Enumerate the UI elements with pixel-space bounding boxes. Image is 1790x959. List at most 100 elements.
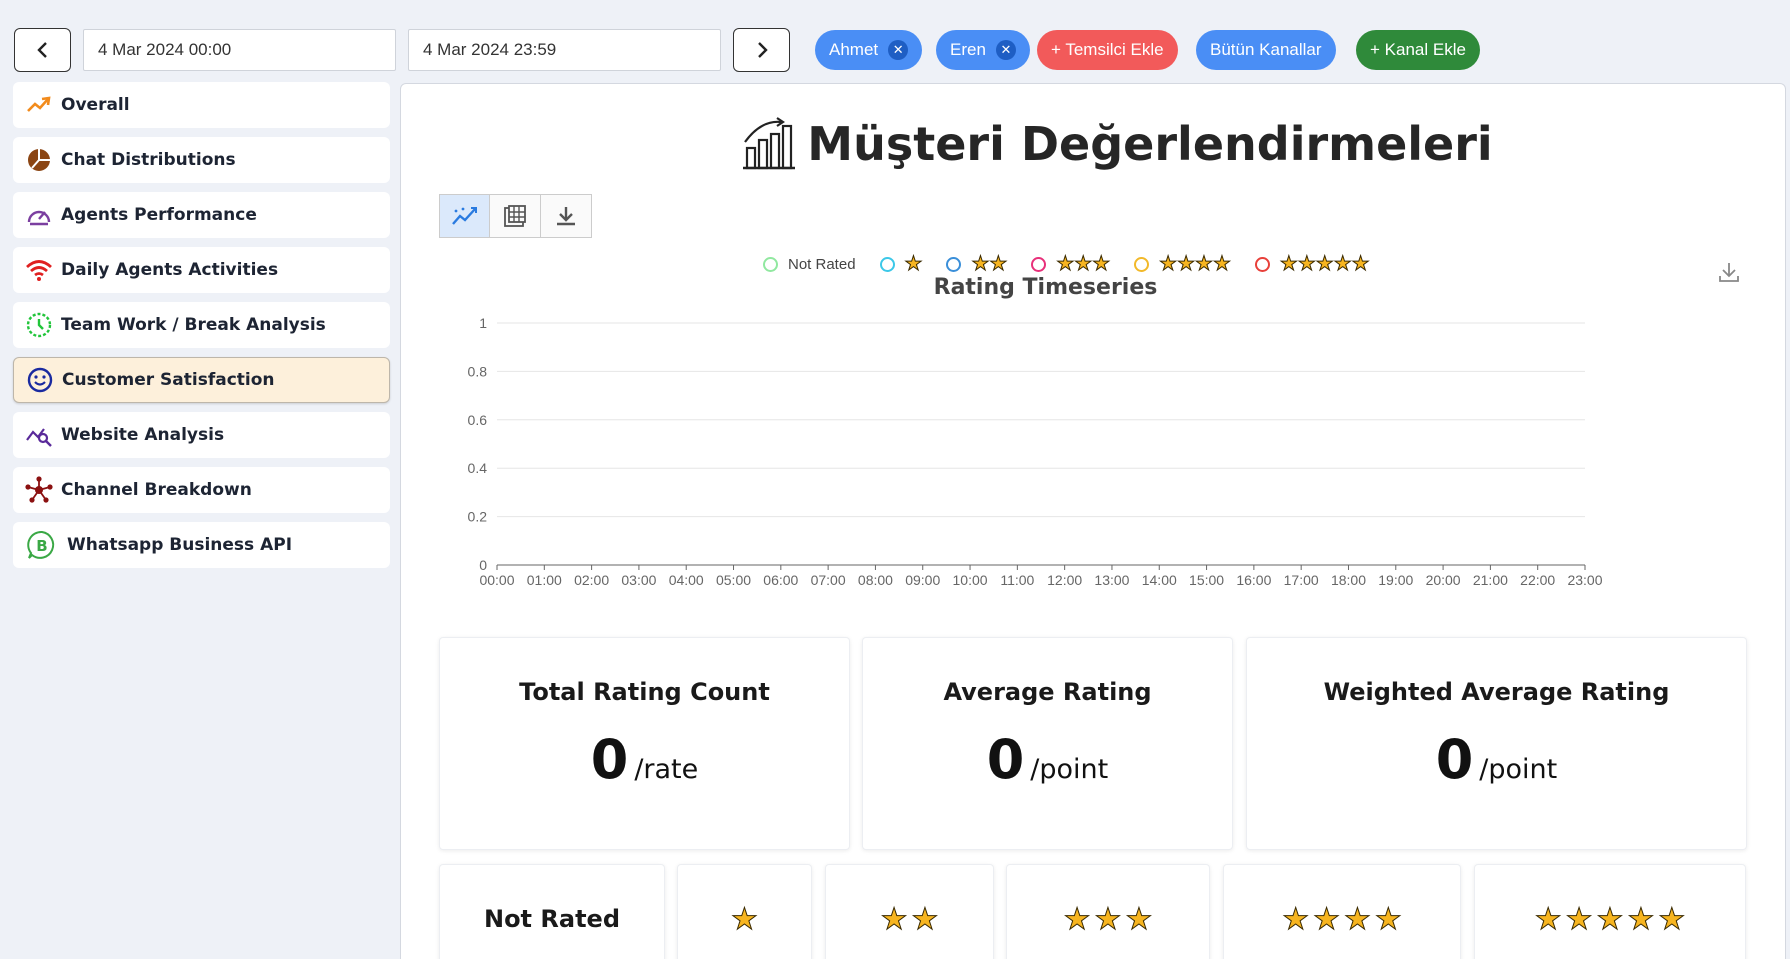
legend-marker bbox=[879, 256, 895, 272]
y-tick-label: 0.8 bbox=[468, 363, 488, 379]
x-tick-label: 02:00 bbox=[574, 572, 609, 588]
page-title: Müşteri Değerlendirmeleri bbox=[401, 116, 1785, 183]
rating-card-2-stars: ★ ★ bbox=[825, 864, 994, 959]
legend-item-2-stars[interactable]: ★★ bbox=[946, 254, 1008, 275]
legend-item-5-stars[interactable]: ★★★★★ bbox=[1254, 253, 1370, 275]
star-icon: ★ bbox=[1125, 902, 1153, 937]
star-icon: ★★ bbox=[879, 904, 941, 959]
sidebar-item-website-analysis[interactable]: Website Analysis bbox=[13, 412, 390, 458]
legend-item-3-stars[interactable]: ★★★ bbox=[1031, 253, 1111, 275]
x-tick-label: 08:00 bbox=[858, 572, 893, 588]
x-tick-label: 15:00 bbox=[1189, 572, 1224, 588]
x-tick-label: 13:00 bbox=[1094, 572, 1129, 588]
rating-card-not-rated: Not Rated bbox=[439, 864, 665, 959]
close-icon[interactable]: ✕ bbox=[995, 40, 1016, 60]
x-tick-label: 19:00 bbox=[1378, 572, 1413, 588]
agent-chip-eren[interactable]: Eren ✕ bbox=[936, 30, 1030, 70]
analytics-search-icon bbox=[25, 421, 53, 449]
all-channels-button[interactable]: Bütün Kanallar bbox=[1196, 30, 1336, 70]
x-tick-label: 10:00 bbox=[953, 572, 988, 588]
star-icon: ★ bbox=[1056, 253, 1075, 275]
sidebar-item-daily-agents-activities[interactable]: Daily Agents Activities bbox=[13, 247, 390, 293]
star-icon: ★★★★ bbox=[1159, 253, 1232, 275]
agent-chip-ahmet[interactable]: Ahmet ✕ bbox=[815, 30, 923, 70]
y-tick-label: 0.6 bbox=[468, 412, 488, 428]
star-icon: ★★★★★ bbox=[1279, 253, 1370, 275]
sidebar-item-agents-performance[interactable]: Agents Performance bbox=[13, 192, 390, 238]
stat-number: 0 bbox=[590, 728, 629, 791]
sidebar-item-label: Chat Distributions bbox=[61, 150, 236, 170]
star-icon: ★ bbox=[1534, 902, 1562, 937]
star-icon: ★ bbox=[1658, 902, 1686, 937]
end-date-input[interactable]: 4 Mar 2024 23:59 bbox=[408, 29, 721, 71]
rating-card-label: Not Rated bbox=[483, 905, 620, 933]
x-tick-label: 21:00 bbox=[1473, 572, 1508, 588]
star-icon: ★ bbox=[1092, 253, 1111, 275]
stat-title: Weighted Average Rating bbox=[1323, 678, 1670, 706]
legend-marker bbox=[1031, 256, 1047, 272]
download-button[interactable] bbox=[541, 194, 592, 238]
star-icon: ★ bbox=[1212, 253, 1231, 275]
star-icon: ★ bbox=[1374, 902, 1402, 937]
line-chart-view-button[interactable] bbox=[439, 194, 490, 238]
legend-item-1-star[interactable]: ★ bbox=[879, 253, 923, 275]
sidebar-item-chat-distributions[interactable]: Chat Distributions bbox=[13, 137, 390, 183]
x-tick-label: 20:00 bbox=[1426, 572, 1461, 588]
stat-card-weighted-average-rating: Weighted Average Rating 0/point bbox=[1246, 637, 1747, 850]
next-date-button[interactable] bbox=[733, 28, 790, 72]
star-icon: ★ bbox=[1063, 902, 1091, 937]
x-tick-label: 06:00 bbox=[763, 572, 798, 588]
previous-date-button[interactable] bbox=[14, 28, 71, 72]
x-tick-label: 01:00 bbox=[527, 572, 562, 588]
sidebar-item-whatsapp-business-api[interactable]: B Whatsapp Business API bbox=[13, 522, 390, 568]
star-icon: ★ bbox=[1282, 902, 1310, 937]
legend-marker bbox=[1134, 256, 1150, 272]
y-tick-label: 0.2 bbox=[468, 509, 488, 525]
add-agent-button[interactable]: + Temsilci Ekle bbox=[1037, 30, 1178, 70]
x-tick-label: 18:00 bbox=[1331, 572, 1366, 588]
sidebar-item-label: Daily Agents Activities bbox=[61, 260, 279, 280]
sidebar-item-customer-satisfaction[interactable]: Customer Satisfaction bbox=[13, 357, 390, 403]
rating-card-1-star: ★ bbox=[677, 864, 812, 959]
stat-title: Average Rating bbox=[943, 678, 1152, 706]
add-channel-button[interactable]: + Kanal Ekle bbox=[1356, 30, 1480, 70]
rating-card-4-stars: ★ ★ ★ ★ bbox=[1223, 864, 1461, 959]
legend-marker bbox=[1254, 256, 1270, 272]
close-icon[interactable]: ✕ bbox=[888, 40, 909, 60]
star-icon: ★ bbox=[1074, 253, 1093, 275]
sidebar-item-label: Team Work / Break Analysis bbox=[61, 315, 326, 335]
x-tick-label: 22:00 bbox=[1520, 572, 1555, 588]
stat-card-total-rating-count: Total Rating Count 0/rate bbox=[439, 637, 850, 850]
star-icon: ★ bbox=[729, 902, 760, 959]
chart-title: Rating Timeseries bbox=[933, 275, 1158, 300]
rating-card-5-stars: ★ ★ ★ ★ ★ bbox=[1474, 864, 1746, 959]
y-tick-label: 0 bbox=[479, 557, 487, 573]
sidebar-item-team-work-break-analysis[interactable]: Team Work / Break Analysis bbox=[13, 302, 390, 348]
stat-number: 0 bbox=[1435, 728, 1474, 791]
star-icon: ★ bbox=[1333, 253, 1352, 275]
agent-chip-label: Eren bbox=[950, 40, 986, 59]
star-icon: ★ bbox=[1313, 902, 1341, 937]
legend-item-4-stars[interactable]: ★★★★ bbox=[1134, 253, 1232, 275]
star-icon: ★★★ bbox=[1056, 253, 1111, 275]
sidebar-item-channel-breakdown[interactable]: Channel Breakdown bbox=[13, 467, 390, 513]
star-icon: ★ bbox=[1159, 253, 1178, 275]
x-tick-label: 17:00 bbox=[1284, 572, 1319, 588]
star-icon: ★★★★ bbox=[1280, 902, 1404, 959]
chart-download-button[interactable] bbox=[1717, 260, 1741, 288]
x-tick-label: 05:00 bbox=[716, 572, 751, 588]
stat-value: 0/rate bbox=[440, 728, 849, 791]
sidebar-item-overall[interactable]: Overall bbox=[13, 82, 390, 128]
sidebar-item-label: Channel Breakdown bbox=[61, 480, 252, 500]
star-icon: ★ bbox=[1596, 902, 1624, 937]
trending-up-icon bbox=[25, 91, 53, 119]
table-view-button[interactable] bbox=[490, 194, 541, 238]
star-icon: ★ bbox=[731, 902, 759, 937]
rating-card-3-stars: ★ ★ ★ bbox=[1006, 864, 1210, 959]
start-date-input[interactable]: 4 Mar 2024 00:00 bbox=[83, 29, 396, 71]
download-icon bbox=[557, 207, 575, 226]
star-icon: ★ bbox=[904, 253, 923, 275]
star-icon: ★ bbox=[904, 253, 923, 275]
stat-number: 0 bbox=[986, 728, 1025, 791]
legend-item-not-rated[interactable]: Not Rated bbox=[763, 256, 856, 273]
